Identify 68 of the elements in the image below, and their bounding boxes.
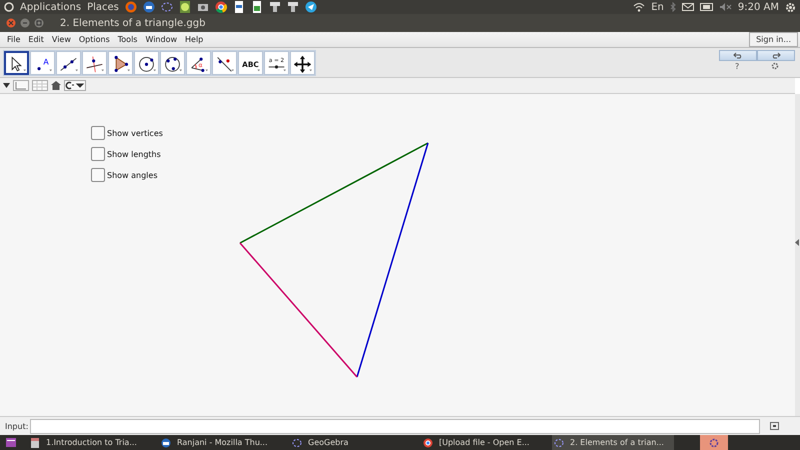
- taskbar-button[interactable]: 2. Elements of a trian...: [552, 435, 674, 450]
- line-tool-button[interactable]: [56, 51, 81, 75]
- collapse-handle-icon[interactable]: [795, 239, 799, 246]
- point-capture-dropdown-icon[interactable]: [64, 80, 86, 91]
- maximize-icon[interactable]: [34, 18, 44, 28]
- gear-icon[interactable]: [785, 2, 796, 12]
- sign-in-button[interactable]: Sign in...: [749, 32, 798, 47]
- polygon-tool-button[interactable]: [108, 51, 133, 75]
- minimize-icon[interactable]: [20, 18, 30, 28]
- checkbox-label: Show lengths: [107, 150, 161, 158]
- axes-toggle-icon[interactable]: [13, 80, 29, 91]
- checkbox[interactable]: [91, 126, 105, 140]
- home-icon[interactable]: [51, 81, 61, 90]
- menu-item[interactable]: Help: [181, 32, 208, 47]
- move-arrows-icon: [292, 54, 313, 72]
- document-icon: [30, 438, 40, 448]
- menu-item[interactable]: Window: [141, 32, 182, 47]
- panel-menu[interactable]: Places: [87, 2, 119, 12]
- document-icon[interactable]: [232, 1, 245, 13]
- keyboard-toggle-icon[interactable]: [770, 422, 779, 430]
- mail-icon: [161, 438, 171, 448]
- menu-item[interactable]: File: [3, 32, 24, 47]
- moveview-tool-button[interactable]: [290, 51, 315, 75]
- show-desktop-icon[interactable]: [6, 438, 16, 447]
- menu-item[interactable]: Options: [74, 32, 114, 47]
- circle-tool-button[interactable]: [134, 51, 159, 75]
- move-tool-button[interactable]: [4, 51, 29, 75]
- clock[interactable]: 9:20 AM: [738, 2, 779, 12]
- input-field[interactable]: [30, 418, 760, 434]
- checkbox[interactable]: [91, 168, 105, 182]
- wifi-icon[interactable]: [633, 2, 646, 12]
- bluetooth-icon[interactable]: [670, 2, 676, 12]
- checkbox-label: Show angles: [107, 170, 158, 180]
- taskbar-button[interactable]: 1.Introduction to Tria...: [28, 435, 150, 450]
- checkbox[interactable]: [91, 147, 105, 161]
- input-label: Input:: [5, 422, 28, 430]
- printer-icon[interactable]: [268, 1, 281, 13]
- close-icon[interactable]: [6, 18, 16, 28]
- spreadsheet-icon[interactable]: [250, 1, 263, 13]
- taskbar-button[interactable]: [Upload file - Open E...: [421, 435, 543, 450]
- settings-icon[interactable]: [771, 62, 780, 70]
- perpendicular-icon: [84, 54, 105, 72]
- grid-toggle-icon[interactable]: [32, 80, 48, 91]
- help-button[interactable]: ?: [734, 62, 740, 71]
- circle3-tool-button[interactable]: [160, 51, 185, 75]
- menu-item[interactable]: Edit: [24, 32, 48, 47]
- reflect-tool-button[interactable]: [212, 51, 237, 75]
- menu-item[interactable]: Tools: [114, 32, 142, 47]
- window-title: 2. Elements of a triangle.ggb: [60, 18, 206, 28]
- dropdown-triangle-icon[interactable]: [3, 83, 10, 88]
- perpendicular-tool-button[interactable]: [82, 51, 107, 75]
- envelope-icon[interactable]: [682, 3, 694, 11]
- taskbar-button[interactable]: GeoGebra: [290, 435, 412, 450]
- undo-icon: [733, 52, 743, 59]
- checkbox-label: Show vertices: [107, 128, 163, 138]
- mail-icon[interactable]: [142, 1, 155, 13]
- camera-icon[interactable]: [196, 1, 209, 13]
- volume-muted-icon[interactable]: [720, 3, 732, 11]
- redo-button[interactable]: [757, 50, 795, 61]
- taskbar-button[interactable]: Ranjani - Mozilla Thu...: [159, 435, 281, 450]
- battery-icon[interactable]: [700, 3, 714, 11]
- menu-item[interactable]: View: [48, 32, 75, 47]
- redo-icon: [771, 52, 781, 59]
- undo-button[interactable]: [719, 50, 757, 61]
- panel-menu[interactable]: Applications: [20, 2, 82, 12]
- keyboard-indicator[interactable]: En: [651, 2, 664, 12]
- browser-icon[interactable]: [124, 1, 137, 13]
- printer-icon[interactable]: [286, 1, 299, 13]
